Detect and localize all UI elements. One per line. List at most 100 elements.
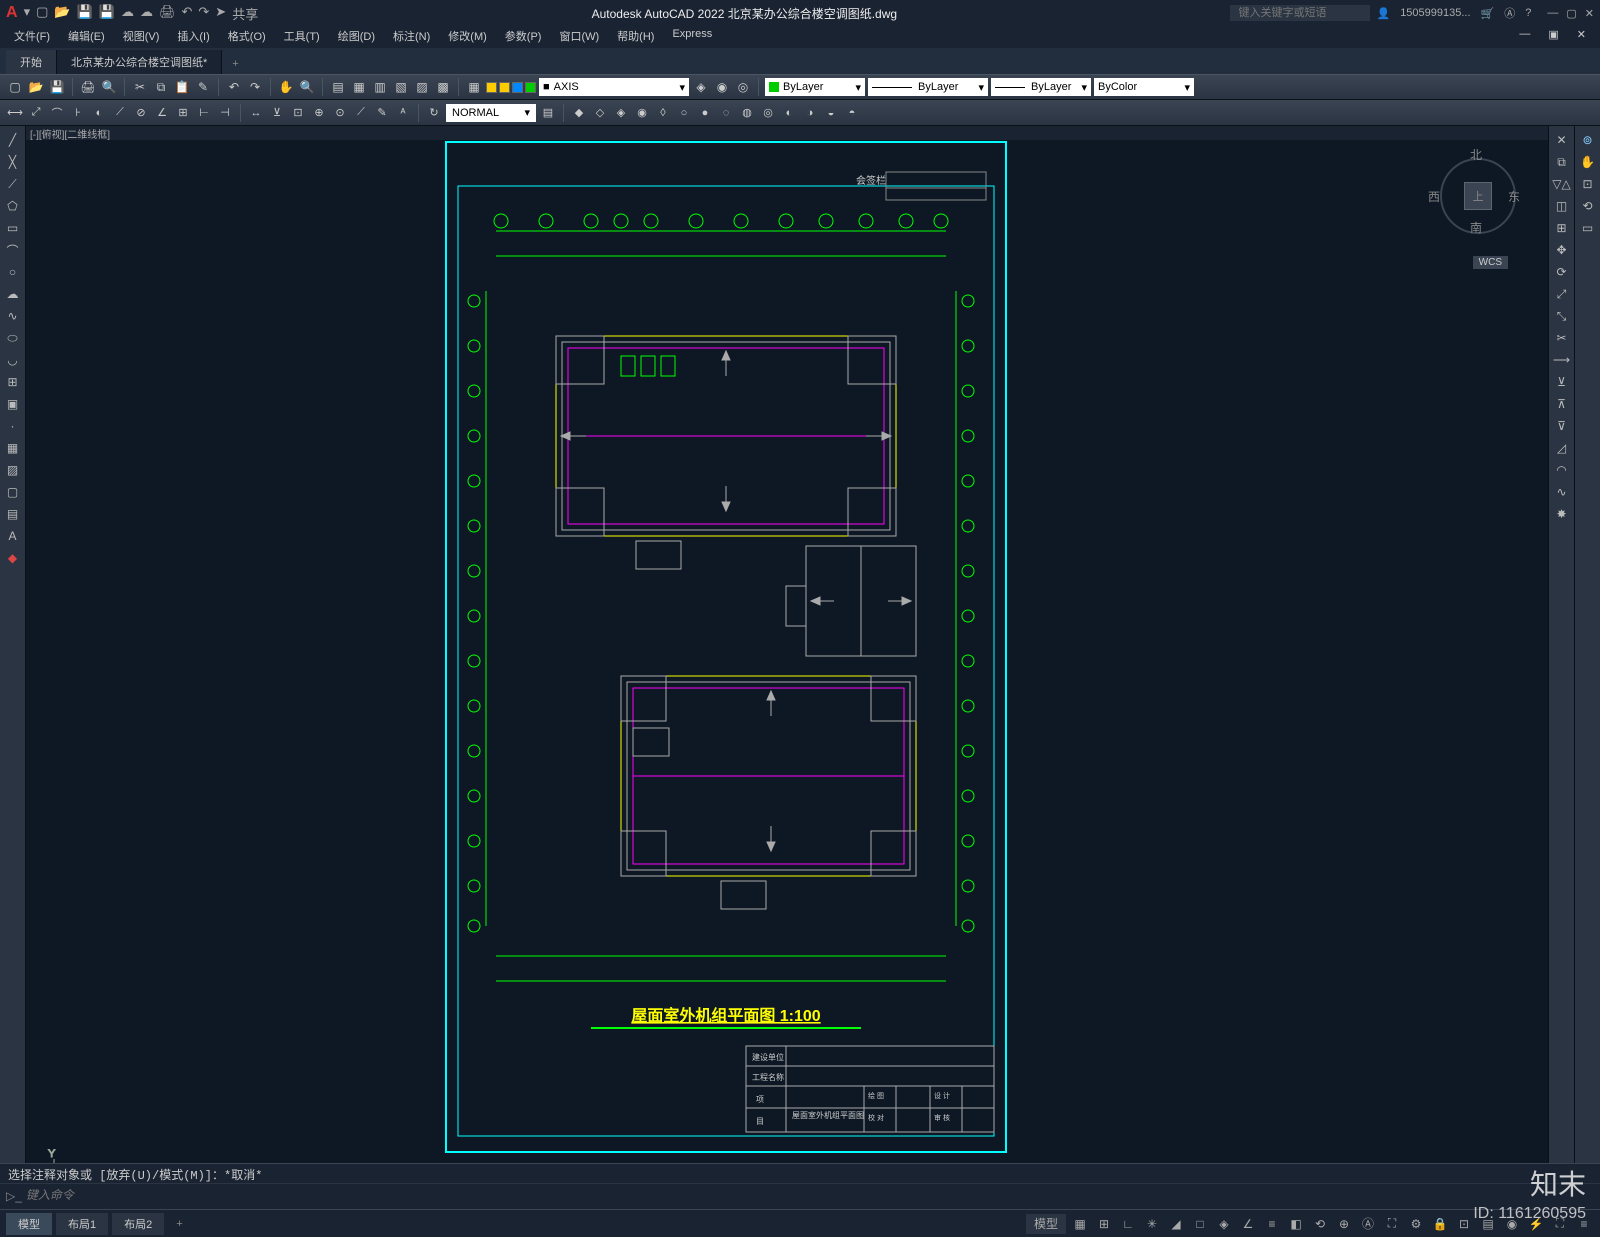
scale-icon[interactable]: ⤢ — [1551, 284, 1573, 304]
rect-icon[interactable]: ▭ — [2, 218, 24, 238]
layer-combo[interactable]: ■ AXIS▾ — [539, 78, 689, 96]
layer-freeze-icon[interactable] — [499, 82, 510, 93]
minimize-icon[interactable]: — — [1547, 7, 1558, 20]
preview-icon[interactable]: 🔍 — [100, 78, 118, 96]
grip2-icon[interactable]: ◇ — [591, 104, 609, 122]
mirror-icon[interactable]: ▽△ — [1551, 174, 1573, 194]
grip7-icon[interactable]: ● — [696, 104, 714, 122]
layer-tool2-icon[interactable]: ◉ — [713, 78, 731, 96]
dim-ord-icon[interactable]: ⊦ — [69, 104, 87, 122]
menu-tools[interactable]: 工具(T) — [276, 26, 328, 48]
isodraft-icon[interactable]: ◢ — [1166, 1214, 1186, 1234]
grip9-icon[interactable]: ◍ — [738, 104, 756, 122]
save-file-icon[interactable]: 💾 — [48, 78, 66, 96]
join-icon[interactable]: ⊽ — [1551, 416, 1573, 436]
undo-icon[interactable]: ↶ — [181, 4, 192, 23]
grip5-icon[interactable]: ◊ — [654, 104, 672, 122]
save-icon[interactable]: 💾 — [77, 4, 93, 23]
point-icon[interactable]: · — [2, 416, 24, 436]
doc-close-icon[interactable]: ✕ — [1569, 26, 1594, 48]
grip10-icon[interactable]: ◎ — [759, 104, 777, 122]
blend-icon[interactable]: ∿ — [1551, 482, 1573, 502]
grip4-icon[interactable]: ◉ — [633, 104, 651, 122]
dim-update-icon[interactable]: ↻ — [425, 104, 443, 122]
layout-model[interactable]: 模型 — [6, 1213, 52, 1235]
mtext-icon[interactable]: A — [2, 526, 24, 546]
dimstyle-combo[interactable]: NORMAL▾ — [446, 104, 536, 122]
layout-1[interactable]: 布局1 — [56, 1213, 108, 1235]
show-icon[interactable]: ▭ — [1577, 218, 1599, 238]
share-arrow-icon[interactable]: ➤ — [215, 4, 226, 23]
dimtext-icon[interactable]: ᴬ — [394, 104, 412, 122]
chamfer-icon[interactable]: ◿ — [1551, 438, 1573, 458]
annoauto-icon[interactable]: Ⓐ — [1358, 1214, 1378, 1234]
layer-tool3-icon[interactable]: ◎ — [734, 78, 752, 96]
hatch-icon[interactable]: ▦ — [2, 438, 24, 458]
dim-quick-icon[interactable]: ⊞ — [174, 104, 192, 122]
workspace-icon[interactable]: ⚙ — [1406, 1214, 1426, 1234]
plotstyle-combo[interactable]: ByColor▾ — [1094, 78, 1194, 96]
user-icon[interactable]: 👤 — [1376, 7, 1390, 20]
tab-start[interactable]: 开始 — [6, 50, 57, 74]
open-file-icon[interactable]: 📂 — [27, 78, 45, 96]
tab-drawing[interactable]: 北京某办公综合楼空调图纸* — [57, 50, 222, 74]
pline-icon[interactable]: ⟋ — [2, 174, 24, 194]
redo-icon[interactable]: ↷ — [198, 4, 209, 23]
open-icon[interactable]: 📂 — [54, 4, 70, 23]
command-line[interactable]: ▷_ — [0, 1184, 1600, 1208]
dim-base-icon[interactable]: ⊢ — [195, 104, 213, 122]
cloud-open-icon[interactable]: ☁ — [121, 4, 134, 23]
props-icon[interactable]: ▤ — [329, 78, 347, 96]
help-search-input[interactable] — [1230, 5, 1370, 21]
dim-ang-icon[interactable]: ∠ — [153, 104, 171, 122]
plot-icon[interactable]: 🖨 — [159, 4, 176, 23]
dim-cont-icon[interactable]: ⊣ — [216, 104, 234, 122]
cut-icon[interactable]: ✂ — [131, 78, 149, 96]
extend-icon[interactable]: ⟶ — [1551, 350, 1573, 370]
zoom-icon[interactable]: 🔍 — [298, 78, 316, 96]
annomon-icon[interactable]: ⊕ — [1334, 1214, 1354, 1234]
saveas-icon[interactable]: 💾 — [99, 4, 115, 23]
ortho-icon[interactable]: ∟ — [1118, 1214, 1138, 1234]
move-icon[interactable]: ✥ — [1551, 240, 1573, 260]
layer-lock-icon[interactable] — [512, 82, 523, 93]
layer-props-icon[interactable]: ▦ — [465, 78, 483, 96]
menu-draw[interactable]: 绘图(D) — [330, 26, 383, 48]
viewcube-s[interactable]: 南 — [1470, 219, 1482, 236]
grip3-icon[interactable]: ◈ — [612, 104, 630, 122]
arc-icon[interactable]: ⌒ — [2, 240, 24, 260]
menu-insert[interactable]: 插入(I) — [169, 26, 217, 48]
dim-jog-icon[interactable]: ⟋ — [111, 104, 129, 122]
3dosnap-icon[interactable]: ◈ — [1214, 1214, 1234, 1234]
polar-icon[interactable]: ✳ — [1142, 1214, 1162, 1234]
layout-add-icon[interactable]: + — [168, 1215, 190, 1233]
dimstyle-icon[interactable]: ▤ — [539, 104, 557, 122]
zoomext-icon[interactable]: ⊡ — [1577, 174, 1599, 194]
break2-icon[interactable]: ⊻ — [1551, 372, 1573, 392]
tab-add-icon[interactable]: + — [222, 54, 248, 74]
command-input[interactable] — [26, 1189, 1594, 1203]
design-icon[interactable]: ▦ — [350, 78, 368, 96]
orbit-icon[interactable]: ⟲ — [1577, 196, 1599, 216]
model-label[interactable]: 模型 — [1026, 1214, 1066, 1234]
menu-express[interactable]: Express — [664, 26, 720, 48]
jogline-icon[interactable]: ⟋ — [352, 104, 370, 122]
close-icon[interactable]: ✕ — [1585, 7, 1594, 20]
units-icon[interactable]: ⊡ — [1454, 1214, 1474, 1234]
dim-break-icon[interactable]: ⊻ — [268, 104, 286, 122]
spline-icon[interactable]: ∿ — [2, 306, 24, 326]
grip6-icon[interactable]: ○ — [675, 104, 693, 122]
otrack-icon[interactable]: ∠ — [1238, 1214, 1258, 1234]
cloud-save-icon[interactable]: ☁ — [140, 4, 153, 23]
menu-param[interactable]: 参数(P) — [497, 26, 550, 48]
viewcube-e[interactable]: 东 — [1508, 188, 1520, 205]
rotate-icon[interactable]: ⟳ — [1551, 262, 1573, 282]
clean-icon[interactable]: ⛶ — [1550, 1214, 1570, 1234]
xline-icon[interactable]: ╳ — [2, 152, 24, 172]
lock-icon[interactable]: 🔒 — [1430, 1214, 1450, 1234]
grip8-icon[interactable]: ◌ — [717, 104, 735, 122]
layer-tool1-icon[interactable]: ◈ — [692, 78, 710, 96]
array-icon[interactable]: ⊞ — [1551, 218, 1573, 238]
osnap-icon[interactable]: □ — [1190, 1214, 1210, 1234]
qat-menu-icon[interactable]: ▾ — [24, 4, 31, 23]
